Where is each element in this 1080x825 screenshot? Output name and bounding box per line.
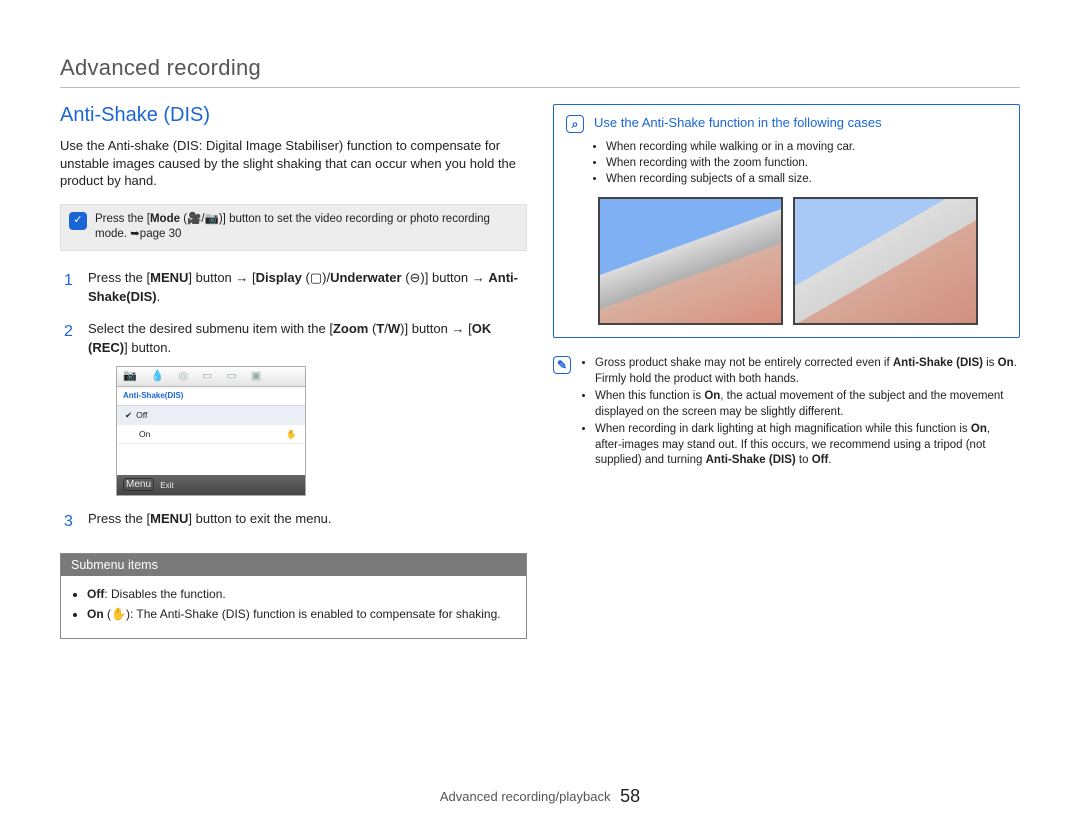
menu-badge: Menu — [123, 478, 154, 491]
step-2: Select the desired submenu item with the… — [60, 320, 527, 496]
pencil-icon: ✎ — [553, 356, 571, 374]
example-thumbnail-stable — [793, 197, 978, 325]
hand-icon: ✋ — [286, 428, 297, 440]
submenu-item-off: Off: Disables the function. — [87, 586, 512, 602]
note-1: Gross product shake may not be entirely … — [595, 356, 1020, 387]
divider — [60, 87, 1020, 88]
example-thumbnail-shaky — [598, 197, 783, 325]
use-cases-title: Use the Anti-Shake function in the follo… — [594, 115, 882, 130]
rect2-icon: ▭ — [226, 369, 236, 385]
magnifier-icon: ⌕ — [566, 115, 584, 133]
two-column-layout: Anti-Shake (DIS) Use the Anti-shake (DIS… — [60, 104, 1020, 639]
chapter-title: Advanced recording — [60, 55, 1020, 81]
page-number: 58 — [620, 786, 640, 806]
note-2: When this function is On, the actual mov… — [595, 389, 1020, 420]
submenu-items-body: Off: Disables the function. On (✋): The … — [61, 576, 526, 638]
lcd-screenshot: 📷 💧 ◎ ▭ ▭ ▣ Anti-Shake(DIS) ✔ Off On — [116, 366, 306, 496]
lcd-exit-bar: Menu Exit — [117, 475, 305, 495]
submenu-item-on: On (✋): The Anti-Shake (DIS) function is… — [87, 606, 512, 622]
notes-list: Gross product shake may not be entirely … — [581, 356, 1020, 471]
use-cases-head: ⌕ Use the Anti-Shake function in the fol… — [566, 115, 1007, 133]
notes-box: ✎ Gross product shake may not be entirel… — [553, 356, 1020, 471]
lcd-row-on: On ✋ — [117, 425, 305, 444]
use-cases-box: ⌕ Use the Anti-Shake function in the fol… — [553, 104, 1020, 338]
lcd-tabs: 📷 💧 ◎ ▭ ▭ ▣ — [117, 367, 305, 387]
section-title: Anti-Shake (DIS) — [60, 104, 527, 127]
submenu-items-title: Submenu items — [61, 554, 526, 576]
intro-paragraph: Use the Anti-shake (DIS: Digital Image S… — [60, 137, 527, 190]
splash-icon: 💧 — [151, 369, 165, 385]
steps-list: Press the [MENU] button → [Display (▢)/U… — [60, 269, 527, 529]
use-case-1: When recording while walking or in a mov… — [606, 139, 1007, 155]
example-thumbnails — [566, 197, 1007, 325]
submenu-items-box: Submenu items Off: Disables the function… — [60, 553, 527, 639]
use-case-2: When recording with the zoom function. — [606, 155, 1007, 171]
note-3: When recording in dark lighting at high … — [595, 422, 1020, 469]
mode-note-text: Press the [Mode (🎥/📷)] button to set the… — [95, 212, 516, 243]
rect-icon: ▭ — [202, 369, 212, 385]
step-3: Press the [MENU] button to exit the menu… — [60, 510, 527, 529]
use-cases-list: When recording while walking or in a mov… — [566, 139, 1007, 187]
footer-chapter: Advanced recording/playback — [440, 789, 611, 804]
checkmark-icon: ✔ — [125, 409, 132, 421]
mode-note-box: ✓ Press the [Mode (🎥/📷)] button to set t… — [60, 204, 527, 251]
check-icon: ✓ — [69, 212, 87, 230]
lcd-row-off: ✔ Off — [117, 406, 305, 425]
left-column: Anti-Shake (DIS) Use the Anti-shake (DIS… — [60, 104, 527, 639]
clock-icon: ◎ — [178, 369, 188, 385]
use-case-3: When recording subjects of a small size. — [606, 171, 1007, 187]
camera-icon: 📷 — [123, 369, 137, 385]
picture-icon: ▣ — [251, 369, 261, 385]
page-footer: Advanced recording/playback 58 — [0, 786, 1080, 807]
lcd-submenu-title: Anti-Shake(DIS) — [117, 387, 305, 406]
right-column: ⌕ Use the Anti-Shake function in the fol… — [553, 104, 1020, 639]
step-1: Press the [MENU] button → [Display (▢)/U… — [60, 269, 527, 307]
